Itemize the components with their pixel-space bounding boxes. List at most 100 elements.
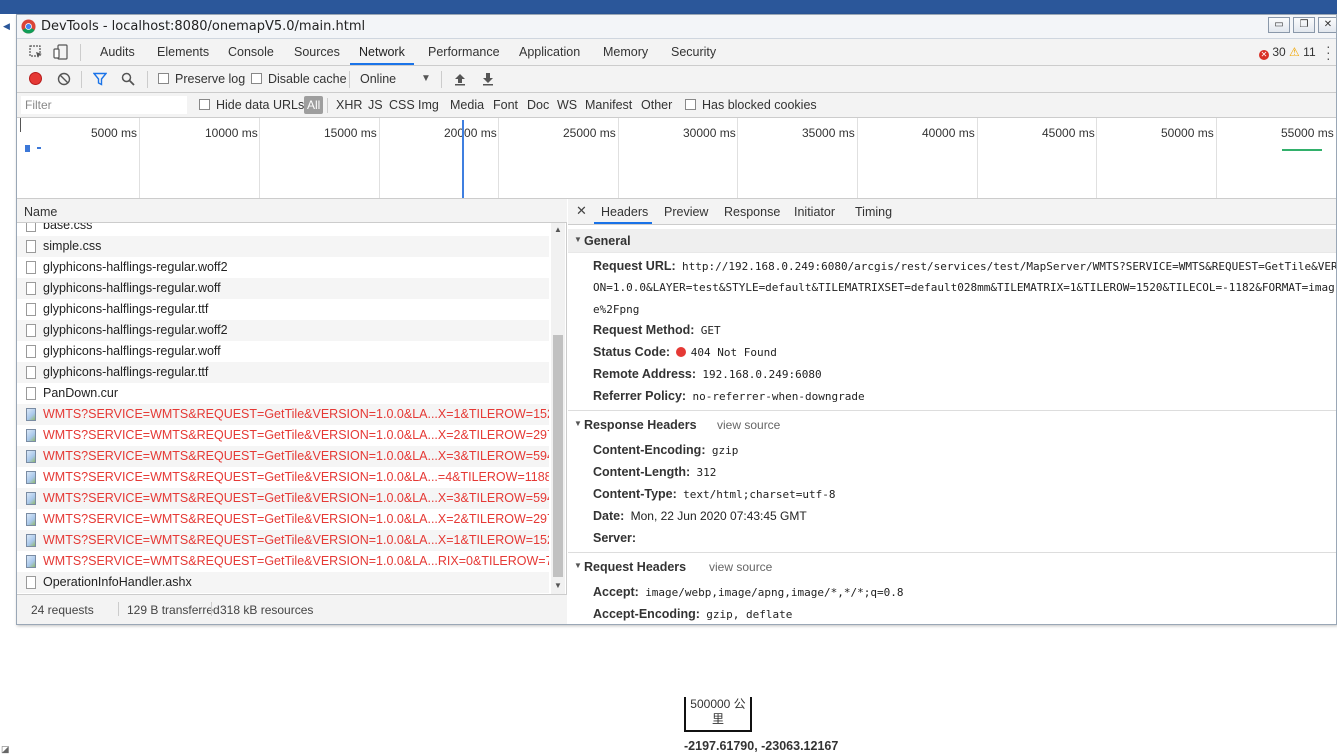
filter-input[interactable] bbox=[21, 96, 187, 114]
image-file-icon bbox=[26, 450, 36, 463]
tab-security[interactable]: Security bbox=[671, 45, 716, 59]
timeline-tick: 10000 ms bbox=[205, 126, 258, 140]
image-file-icon bbox=[26, 555, 36, 568]
file-icon bbox=[26, 324, 36, 337]
tab-memory[interactable]: Memory bbox=[603, 45, 648, 59]
disable-cache-checkbox[interactable]: Disable cache bbox=[251, 72, 347, 86]
filter-doc[interactable]: Doc bbox=[527, 98, 549, 112]
filter-media[interactable]: Media bbox=[450, 98, 484, 112]
request-count: 24 requests bbox=[31, 603, 94, 617]
issue-counter[interactable]: ✕ 30 ⚠ 11 bbox=[1259, 45, 1316, 60]
tab-performance[interactable]: Performance bbox=[428, 45, 500, 59]
name-column-header[interactable]: Name bbox=[17, 199, 567, 223]
clear-icon[interactable] bbox=[57, 72, 71, 86]
request-name: WMTS?SERVICE=WMTS&REQUEST=GetTile&VERSIO… bbox=[43, 449, 549, 463]
status-code-value: 404 Not Found bbox=[690, 346, 777, 359]
filter-js[interactable]: JS bbox=[368, 98, 383, 112]
request-row[interactable]: glyphicons-halflings-regular.woff bbox=[17, 278, 549, 299]
close-icon[interactable]: ✕ bbox=[576, 203, 587, 219]
request-row[interactable]: PanDown.cur bbox=[17, 383, 549, 404]
request-row[interactable]: glyphicons-halflings-regular.woff2 bbox=[17, 320, 549, 341]
tab-preview[interactable]: Preview bbox=[664, 205, 708, 219]
timeline-gridline bbox=[737, 118, 738, 198]
request-row[interactable]: glyphicons-halflings-regular.ttf bbox=[17, 362, 549, 383]
image-file-icon bbox=[26, 471, 36, 484]
has-blocked-cookies-checkbox[interactable]: Has blocked cookies bbox=[685, 98, 817, 112]
general-section-header[interactable]: ▼ General bbox=[568, 229, 1336, 253]
request-row[interactable]: WMTS?SERVICE=WMTS&REQUEST=GetTile&VERSIO… bbox=[17, 467, 549, 488]
hide-data-urls-checkbox[interactable]: Hide data URLs bbox=[199, 98, 304, 112]
response-view-source-link[interactable]: view source bbox=[717, 418, 780, 432]
inspect-element-icon[interactable] bbox=[29, 45, 44, 60]
minimize-button[interactable]: ▭ bbox=[1268, 17, 1290, 33]
filter-manifest[interactable]: Manifest bbox=[585, 98, 632, 112]
header-value: image/webp,image/apng,image/*,*/*;q=0.8 bbox=[645, 586, 904, 599]
filter-font[interactable]: Font bbox=[493, 98, 518, 112]
tab-timing[interactable]: Timing bbox=[855, 205, 892, 219]
filter-xhr[interactable]: XHR bbox=[336, 98, 362, 112]
tab-console[interactable]: Console bbox=[228, 45, 274, 59]
request-name: WMTS?SERVICE=WMTS&REQUEST=GetTile&VERSIO… bbox=[43, 512, 549, 526]
request-url-label: Request URL: bbox=[593, 259, 676, 273]
title-bar: DevTools - localhost:8080/onemapV5.0/mai… bbox=[17, 15, 1336, 39]
preserve-log-checkbox[interactable]: Preserve log bbox=[158, 72, 245, 86]
preserve-log-label: Preserve log bbox=[175, 72, 246, 86]
tab-audits[interactable]: Audits bbox=[100, 45, 135, 59]
filter-img[interactable]: Img bbox=[418, 98, 439, 112]
chevron-down-icon[interactable]: ▼ bbox=[421, 73, 431, 84]
request-row[interactable]: WMTS?SERVICE=WMTS&REQUEST=GetTile&VERSIO… bbox=[17, 551, 549, 572]
request-row[interactable]: OperationInfoHandler.ashx bbox=[17, 572, 549, 593]
import-har-icon[interactable] bbox=[453, 72, 467, 86]
filter-icon[interactable] bbox=[93, 72, 107, 86]
request-row[interactable]: WMTS?SERVICE=WMTS&REQUEST=GetTile&VERSIO… bbox=[17, 530, 549, 551]
tab-network[interactable]: Network bbox=[359, 45, 405, 59]
request-row[interactable]: glyphicons-halflings-regular.ttf bbox=[17, 299, 549, 320]
timeline-overview[interactable]: 5000 ms 10000 ms 15000 ms 20000 ms 25000… bbox=[17, 118, 1336, 199]
tab-application[interactable]: Application bbox=[519, 45, 580, 59]
tab-headers[interactable]: Headers bbox=[601, 205, 648, 219]
active-tab-indicator bbox=[350, 63, 414, 65]
close-window-button[interactable]: ✕ bbox=[1318, 17, 1336, 33]
toolbar-divider bbox=[81, 71, 82, 88]
request-list-scrollbar[interactable]: ▲ ▼ bbox=[551, 223, 565, 594]
scroll-up-icon[interactable]: ▲ bbox=[554, 225, 562, 234]
file-icon bbox=[26, 282, 36, 295]
request-row[interactable]: base.css bbox=[17, 223, 549, 236]
tab-response[interactable]: Response bbox=[724, 205, 780, 219]
scroll-down-icon[interactable]: ▼ bbox=[554, 581, 562, 590]
throttling-select[interactable]: Online bbox=[360, 72, 396, 86]
request-headers-section-header[interactable]: ▼ Request Headers view source bbox=[568, 555, 1336, 579]
tab-initiator[interactable]: Initiator bbox=[794, 205, 835, 219]
response-headers-section-header[interactable]: ▼ Response Headers view source bbox=[568, 413, 1336, 437]
request-row[interactable]: glyphicons-halflings-regular.woff bbox=[17, 341, 549, 362]
request-row[interactable]: WMTS?SERVICE=WMTS&REQUEST=GetTile&VERSIO… bbox=[17, 425, 549, 446]
request-name: PanDown.cur bbox=[43, 386, 119, 400]
more-options-icon[interactable]: · · · bbox=[1326, 39, 1331, 65]
request-view-source-link[interactable]: view source bbox=[709, 560, 772, 574]
request-row[interactable]: glyphicons-halflings-regular.woff2 bbox=[17, 257, 549, 278]
device-toolbar-icon[interactable] bbox=[53, 44, 69, 60]
request-row[interactable]: WMTS?SERVICE=WMTS&REQUEST=GetTile&VERSIO… bbox=[17, 446, 549, 467]
tab-sources[interactable]: Sources bbox=[294, 45, 340, 59]
tab-elements[interactable]: Elements bbox=[157, 45, 209, 59]
export-har-icon[interactable] bbox=[481, 72, 495, 86]
filter-all[interactable]: All bbox=[304, 96, 324, 114]
search-icon[interactable] bbox=[121, 72, 135, 86]
timeline-gridline bbox=[1216, 118, 1217, 198]
request-row[interactable]: WMTS?SERVICE=WMTS&REQUEST=GetTile&VERSIO… bbox=[17, 509, 549, 530]
filter-ws[interactable]: WS bbox=[557, 98, 577, 112]
scrollbar-thumb[interactable] bbox=[553, 335, 563, 577]
request-row[interactable]: WMTS?SERVICE=WMTS&REQUEST=GetTile&VERSIO… bbox=[17, 488, 549, 509]
timeline-load-bar bbox=[1282, 149, 1322, 151]
filter-css[interactable]: CSS bbox=[389, 98, 415, 112]
timeline-request-bar bbox=[37, 147, 41, 149]
filter-other[interactable]: Other bbox=[641, 98, 672, 112]
request-row[interactable]: WMTS?SERVICE=WMTS&REQUEST=GetTile&VERSIO… bbox=[17, 404, 549, 425]
map-coordinates: -2197.61790, -23063.12167 bbox=[684, 739, 839, 753]
restore-button[interactable]: ❐ bbox=[1293, 17, 1315, 33]
browser-top-strip bbox=[0, 0, 1337, 14]
request-row[interactable]: simple.css bbox=[17, 236, 549, 257]
header-value: gzip, deflate bbox=[706, 608, 793, 621]
record-button[interactable] bbox=[29, 72, 42, 85]
request-name: WMTS?SERVICE=WMTS&REQUEST=GetTile&VERSIO… bbox=[43, 428, 549, 442]
